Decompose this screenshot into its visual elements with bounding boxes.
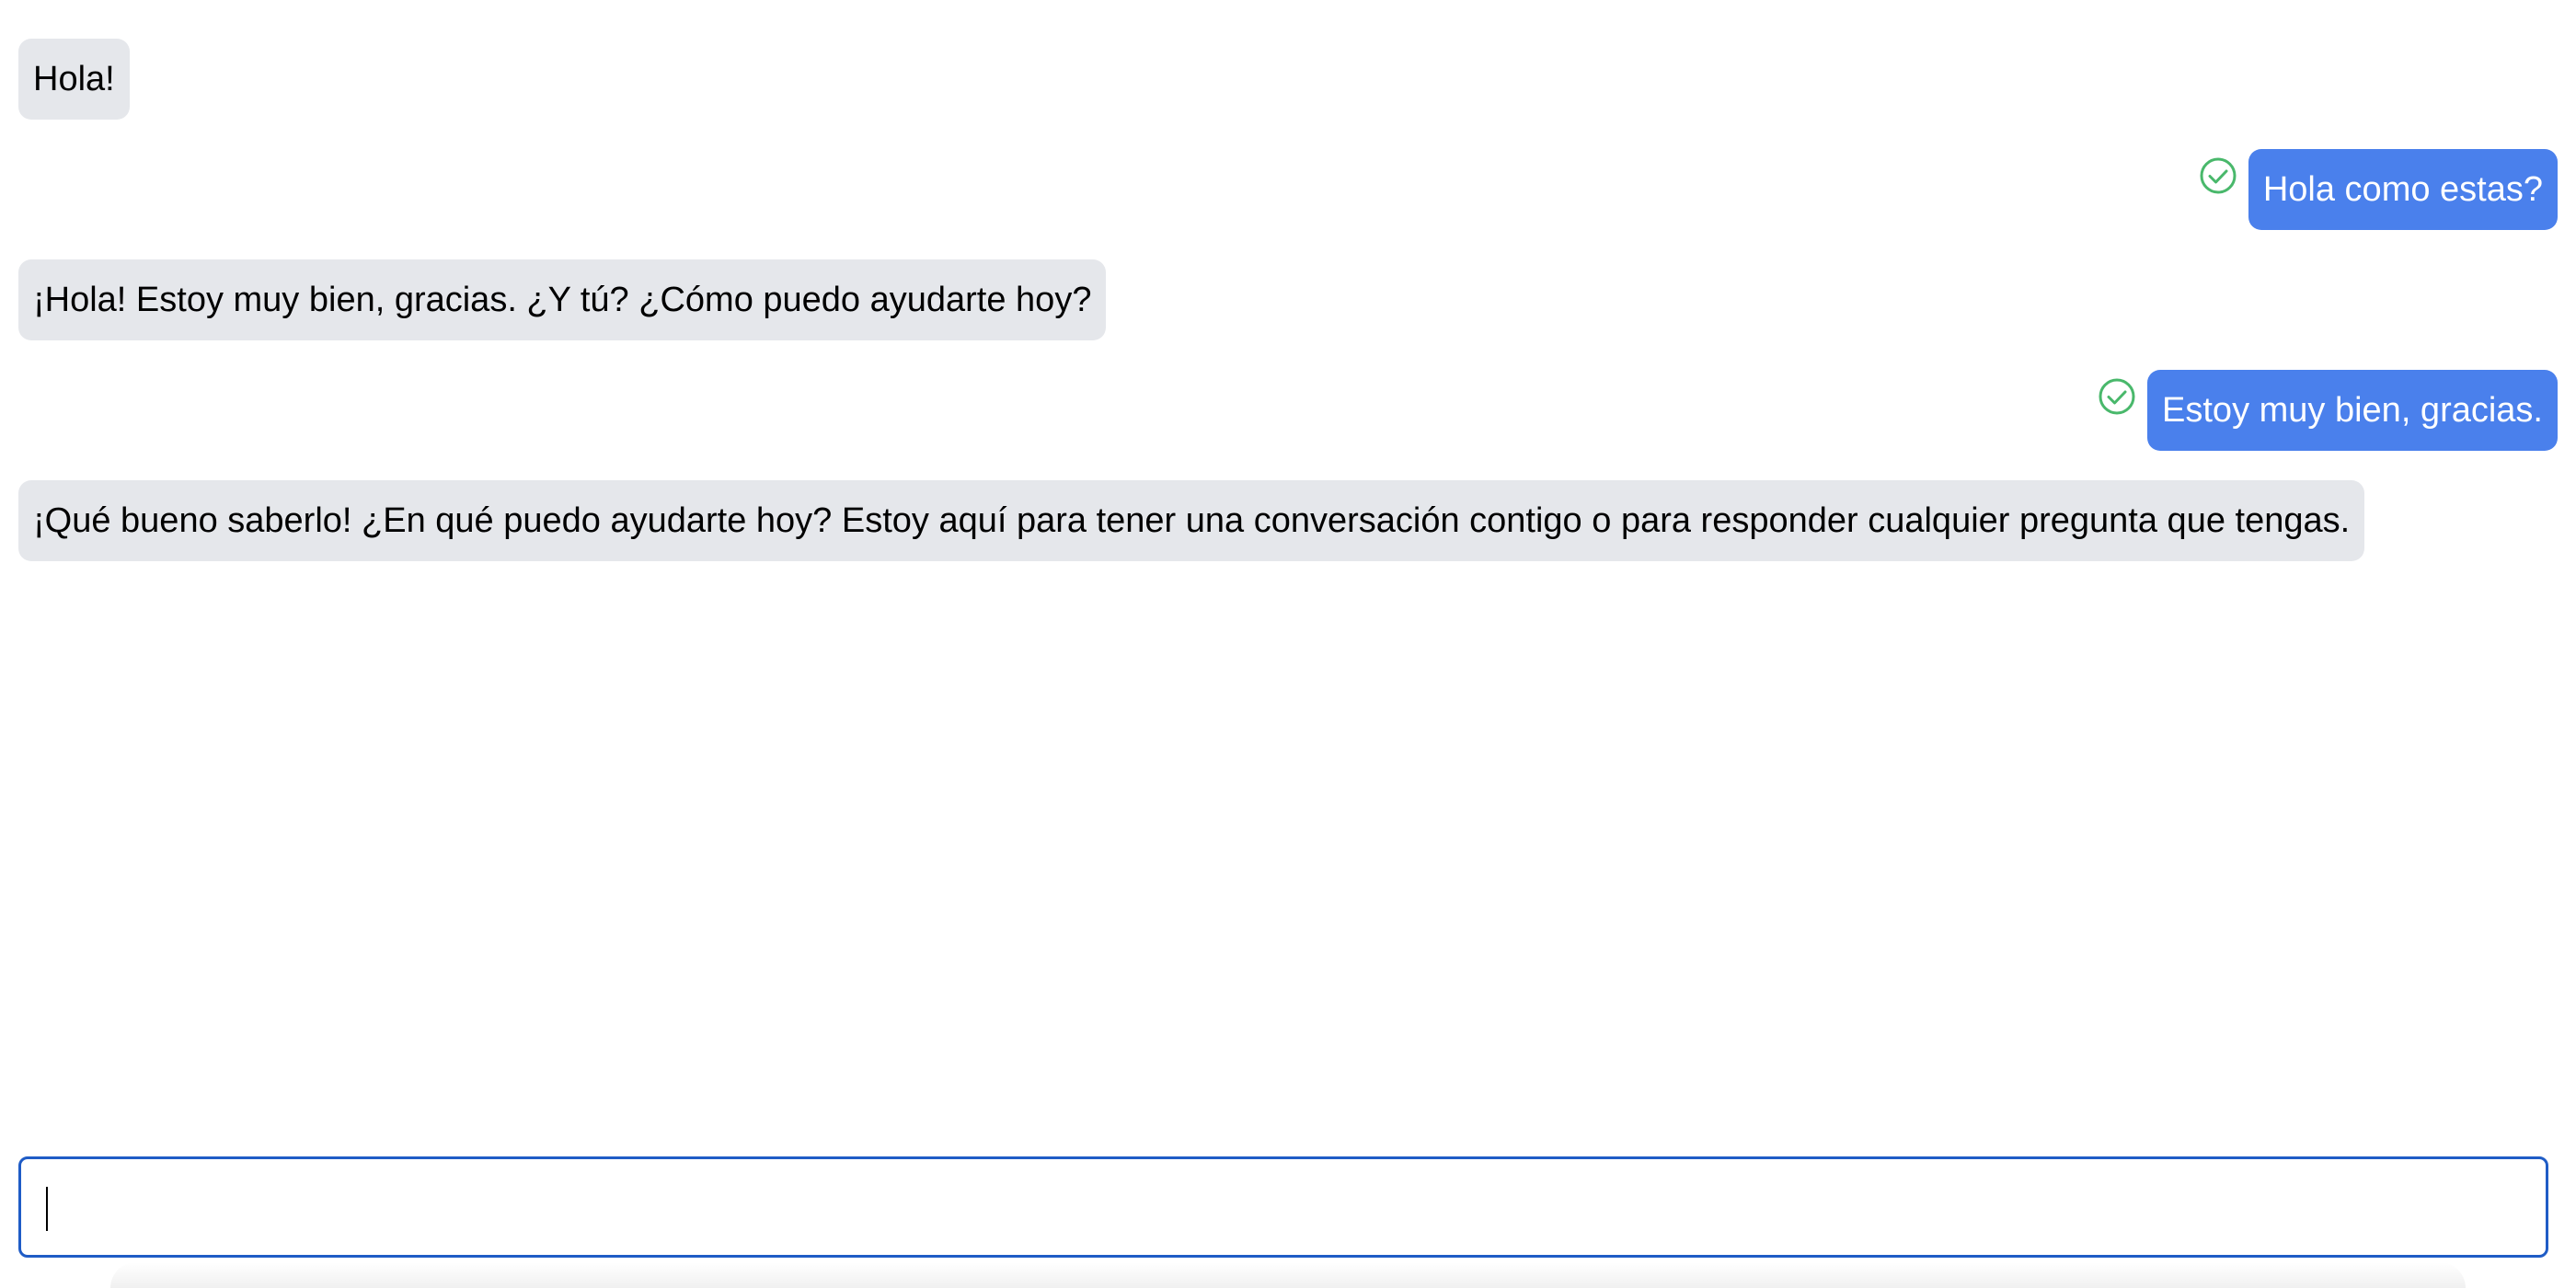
- message-composer[interactable]: [18, 1156, 2548, 1258]
- check-circle-icon: [2200, 157, 2237, 194]
- text-caret: [46, 1187, 48, 1231]
- check-circle-icon: [2099, 378, 2135, 415]
- message-row: ¡Hola! Estoy muy bien, gracias. ¿Y tú? ¿…: [18, 259, 2558, 340]
- chat-window: Hola! Hola como estas? ¡Hola! Estoy muy …: [0, 0, 2576, 1288]
- message-input[interactable]: [43, 1170, 2524, 1244]
- incoming-message-bubble: ¡Qué bueno saberlo! ¿En qué puedo ayudar…: [18, 480, 2365, 561]
- message-row: ¡Qué bueno saberlo! ¿En qué puedo ayudar…: [18, 480, 2558, 561]
- bottom-shadow: [110, 1262, 2466, 1288]
- message-row: Hola!: [18, 39, 2558, 120]
- outgoing-message-bubble: Estoy muy bien, gracias.: [2147, 370, 2558, 451]
- message-row: Estoy muy bien, gracias.: [18, 370, 2558, 451]
- message-row: Hola como estas?: [18, 149, 2558, 230]
- outgoing-message-bubble: Hola como estas?: [2248, 149, 2558, 230]
- incoming-message-bubble: ¡Hola! Estoy muy bien, gracias. ¿Y tú? ¿…: [18, 259, 1107, 340]
- message-list: Hola! Hola como estas? ¡Hola! Estoy muy …: [0, 0, 2576, 591]
- incoming-message-bubble: Hola!: [18, 39, 130, 120]
